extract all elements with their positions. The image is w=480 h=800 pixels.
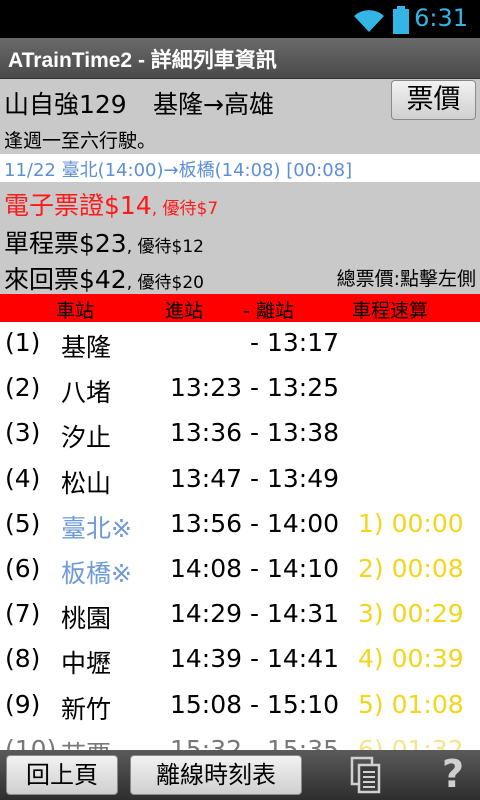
table-row[interactable]: (8) 中壢 14:39 - 14:41 4) 00:39 — [0, 638, 480, 683]
stop-arrive: 13:36 — [170, 418, 243, 448]
fare-e-ticket[interactable]: 電子票證$14, 優待$7 — [4, 186, 218, 222]
fare-single[interactable]: 單程票$23, 優待$12 — [4, 224, 204, 260]
trip-summary-text: 11/22 臺北(14:00)→板橋(14:08) [00:08] — [4, 160, 353, 181]
back-button[interactable]: 回上頁 — [6, 755, 118, 795]
total-fare-hint: 總票價:點擊左側 — [336, 268, 476, 290]
battery-icon — [393, 6, 409, 34]
stop-arrive: 13:47 — [170, 463, 243, 493]
stop-arrive: 14:29 — [170, 599, 243, 629]
header-depart: - 離站 — [243, 300, 294, 322]
trip-summary: 11/22 臺北(14:00)→板橋(14:08) [00:08] — [0, 154, 480, 182]
stop-travel: 3) 00:29 — [358, 599, 464, 629]
table-row[interactable]: (9) 新竹 15:08 - 15:10 5) 01:08 — [0, 684, 480, 729]
status-bar: 6:31 — [0, 0, 480, 38]
stop-station: 新竹 — [61, 694, 112, 724]
copy-icon[interactable] — [350, 756, 382, 794]
stop-depart: - 13:38 — [250, 418, 340, 448]
bottom-toolbar: 回上頁 離線時刻表 ? — [0, 750, 480, 800]
table-header: 車站 進站 - 離站 車程速算 — [0, 294, 480, 322]
fare-round-trip-label: 來回票$42 — [4, 265, 127, 294]
stop-station: 中壢 — [61, 649, 112, 679]
table-row[interactable]: (4) 松山 13:47 - 13:49 — [0, 458, 480, 503]
stop-depart: - 13:49 — [250, 463, 340, 493]
stop-arrive: 14:39 — [170, 644, 243, 674]
app-title-bar: ATrainTime2 - 詳細列車資訊 — [0, 38, 480, 79]
stop-depart: - 13:17 — [250, 328, 340, 357]
stop-station: 桃園 — [61, 604, 112, 634]
fare-round-trip-discount: , 優待$20 — [126, 273, 204, 293]
stop-arrive: 15:32 — [170, 734, 243, 750]
stop-station: 臺北※ — [61, 513, 132, 543]
table-row[interactable]: (2) 八堵 13:23 - 13:25 — [0, 367, 480, 412]
stop-station: 苗栗 — [61, 735, 111, 750]
stop-travel: 5) 01:08 — [358, 689, 464, 719]
offline-timetable-button[interactable]: 離線時刻表 — [130, 755, 302, 795]
fare-round-trip[interactable]: 來回票$42, 優待$20 — [4, 260, 204, 296]
schedule-note-text: 逢週一至六行駛。 — [4, 130, 157, 152]
train-name: 山自強129 — [4, 90, 127, 119]
stop-arrive: 13:23 — [170, 373, 243, 403]
stop-arrive: 15:08 — [170, 689, 243, 719]
stop-travel: 6) 01:32 — [358, 734, 464, 750]
table-row[interactable]: (10) 苗栗 15:32 - 15:35 6) 01:32 — [0, 729, 480, 750]
fare-single-discount: , 優待$12 — [126, 237, 204, 257]
stop-travel: 4) 00:39 — [358, 644, 464, 674]
stop-index: (4) — [5, 463, 41, 493]
table-row[interactable]: (7) 桃園 14:29 - 14:31 3) 00:29 — [0, 593, 480, 638]
stop-travel: 2) 00:08 — [358, 553, 464, 583]
stop-index: (7) — [5, 599, 41, 629]
stop-station: 板橋※ — [61, 558, 132, 588]
fare-e-ticket-discount: , 優待$7 — [151, 199, 219, 219]
stop-index: (5) — [5, 508, 41, 538]
stop-arrive: 14:08 — [170, 553, 243, 583]
table-row[interactable]: (6) 板橋※ 14:08 - 14:10 2) 00:08 — [0, 548, 480, 593]
stop-depart: - 14:41 — [250, 644, 340, 674]
header-station: 車站 — [56, 300, 95, 322]
train-route: 基隆→高雄 — [153, 90, 274, 119]
stop-station: 基隆 — [61, 333, 112, 362]
fare-button[interactable]: 票價 — [391, 80, 476, 120]
stop-index: (10) — [5, 734, 57, 750]
fare-e-ticket-label: 電子票證$14 — [4, 191, 152, 220]
stop-list[interactable]: (1) 基隆 - 13:17 (2) 八堵 13:23 - 13:25 (3) … — [0, 322, 480, 750]
wifi-icon — [354, 10, 384, 32]
stop-depart: - 14:10 — [250, 553, 340, 583]
status-time: 6:31 — [414, 4, 468, 32]
schedule-note: 逢週一至六行駛。 — [0, 126, 480, 154]
stop-depart: - 14:00 — [250, 508, 340, 538]
stop-index: (9) — [5, 689, 41, 719]
stop-depart: - 13:25 — [250, 373, 340, 403]
app-title: ATrainTime2 - 詳細列車資訊 — [8, 49, 277, 72]
help-icon[interactable]: ? — [440, 752, 466, 796]
stop-arrive: 13:56 — [170, 508, 243, 538]
stop-depart: - 15:35 — [250, 734, 340, 750]
stop-travel: 1) 00:00 — [358, 508, 464, 538]
stop-index: (6) — [5, 553, 41, 583]
stop-station: 松山 — [61, 468, 112, 498]
header-arrive: 進站 — [165, 300, 204, 322]
stop-index: (3) — [5, 418, 41, 448]
stop-index: (8) — [5, 644, 41, 674]
table-row[interactable]: (5) 臺北※ 13:56 - 14:00 1) 00:00 — [0, 503, 480, 548]
table-row[interactable]: (1) 基隆 - 13:17 — [0, 322, 480, 367]
table-row[interactable]: (3) 汐止 13:36 - 13:38 — [0, 412, 480, 457]
stop-depart: - 14:31 — [250, 599, 340, 629]
stop-depart: - 15:10 — [250, 689, 340, 719]
fare-single-label: 單程票$23 — [4, 229, 127, 258]
stop-station: 八堵 — [61, 378, 112, 408]
header-travel: 車程速算 — [352, 300, 429, 322]
stop-station: 汐止 — [61, 423, 112, 453]
stop-index: (1) — [5, 328, 41, 357]
stop-index: (2) — [5, 373, 41, 403]
